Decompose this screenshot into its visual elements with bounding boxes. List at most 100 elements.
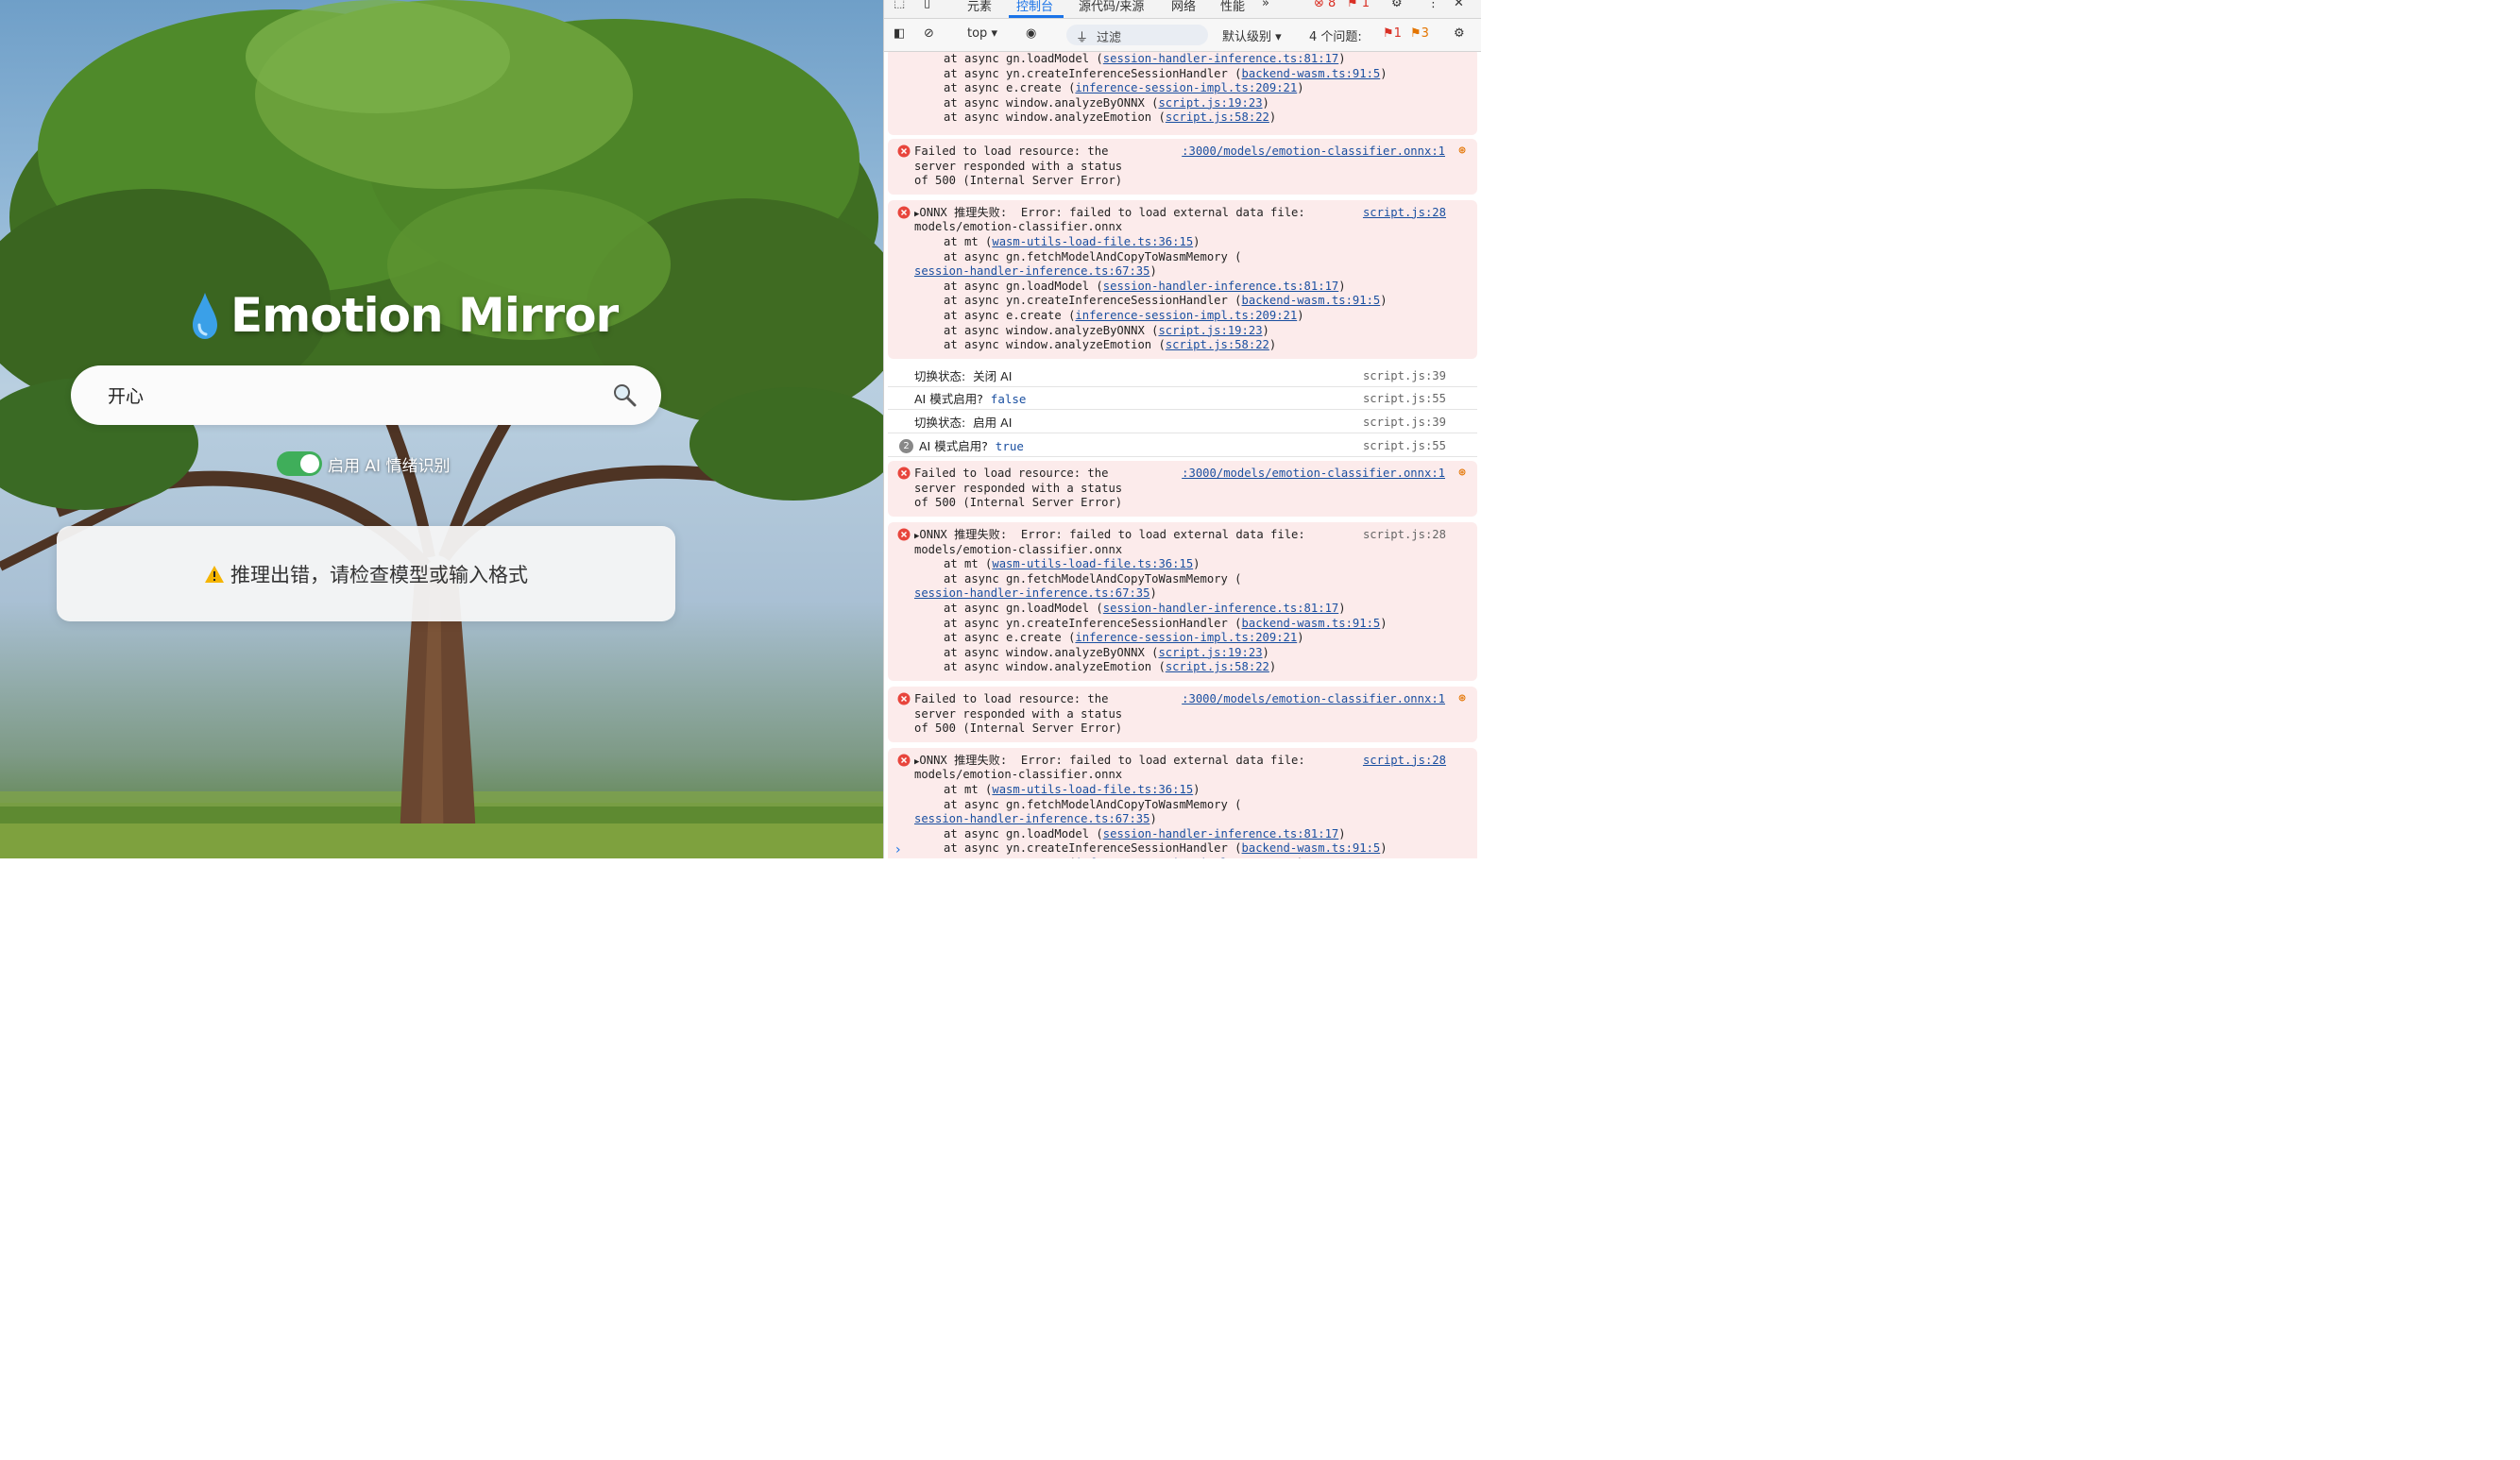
stack-source-link[interactable]: backend-wasm.ts:91:5 [1242,67,1381,80]
device-toolbar-icon[interactable]: ▯ [924,0,930,10]
error-text: of 500 (Internal Server Error) [914,496,1123,510]
console-prompt-icon[interactable]: › [895,842,901,857]
stack-source-link[interactable]: script.js:19:23 [1158,324,1262,337]
stack-source-link[interactable]: session-handler-inference.ts:67:35 [914,812,1149,825]
onnx-error-text: ONNX 推理失败: Error: failed to load externa… [919,528,1305,541]
stack-frame: at async window.analyzeEmotion (script.j… [944,110,1276,126]
log-source-link[interactable]: script.js:55 [1363,439,1446,454]
result-message: 推理出错，请检查模型或输入格式 [230,563,528,586]
stack-text: at async window.analyzeEmotion ( [944,338,1166,352]
settings-gear-icon[interactable]: ⚙ [1391,0,1403,10]
tab-sources[interactable]: 源代码/来源 [1079,0,1144,14]
kebab-menu-icon[interactable]: ⋮ [1427,0,1439,10]
app-header: Emotion Mirror [187,288,619,343]
issues-error-badge[interactable]: ⚑1 [1383,26,1402,41]
stack-source-link[interactable]: wasm-utils-load-file.ts:36:15 [992,557,1193,570]
toggle-knob [300,454,319,473]
stack-text: ) [1338,52,1346,65]
tab-elements[interactable]: 元素 [967,0,992,14]
stack-source-link[interactable]: backend-wasm.ts:91:5 [1242,294,1381,307]
ai-toggle-row: 启用 AI 情绪识别 [277,451,450,476]
stack-source-link[interactable]: session-handler-inference.ts:67:35 [914,264,1149,278]
close-icon[interactable]: ✕ [1454,0,1464,10]
stack-text: ) [1149,264,1157,279]
stack-text: ) [1193,557,1200,571]
stack-frame: at async window.analyzeByONNX (script.js… [944,646,1269,661]
stack-source-link[interactable]: session-handler-inference.ts:81:17 [1103,827,1338,840]
clear-console-icon[interactable]: ⊘ [924,26,934,41]
onnx-error-source-link[interactable]: script.js:28 [1363,528,1446,543]
onnx-error-source-link[interactable]: script.js:28 [1363,754,1446,769]
stack-text: at async gn.fetchModelAndCopyToWasmMemor… [944,571,1242,586]
stack-text: ) [1297,308,1304,322]
stack-frame: at async gn.fetchModelAndCopyToWasmMemor… [944,250,1242,265]
stack-source-link[interactable]: inference-session-impl.ts:209:21 [1075,309,1297,322]
stack-text: ) [1269,110,1277,125]
log-level-selector[interactable]: 默认级别 ▾ [1222,26,1282,44]
stack-source-link[interactable]: session-handler-inference.ts:81:17 [1103,602,1338,615]
onnx-error-text: ONNX 推理失败: Error: failed to load externa… [919,753,1305,767]
stack-text: ) [1262,323,1269,337]
console-settings-icon[interactable]: ⚙ [1454,26,1465,41]
log-label: 切换状态: [914,416,974,430]
emotion-search-input[interactable] [106,383,601,407]
stack-source-link[interactable]: script.js:19:23 [1158,96,1262,110]
stack-source-link[interactable]: script.js:58:22 [1166,338,1269,351]
log-source-link[interactable]: script.js:55 [1363,392,1446,407]
failed-resource-source-link[interactable]: :3000/models/emotion-classifier.onnx:1 [1182,467,1445,482]
stack-source-link[interactable]: inference-session-impl.ts:209:21 [1075,857,1297,858]
stack-frame: at async gn.fetchModelAndCopyToWasmMemor… [944,572,1242,587]
repeat-count-badge: 2 [899,438,913,453]
stack-source-link[interactable]: session-handler-inference.ts:81:17 [1103,52,1338,65]
stack-frame: at async e.create (inference-session-imp… [944,81,1304,96]
error-x-icon [897,692,911,705]
stack-source-link[interactable]: session-handler-inference.ts:81:17 [1103,280,1338,293]
stack-source-link[interactable]: script.js:58:22 [1166,110,1269,124]
log-source-link[interactable]: script.js:39 [1363,416,1446,431]
network-request-icon[interactable]: ⊛ [1458,691,1466,706]
issue-flag-badge[interactable]: ⚑ 1 [1347,0,1370,10]
stack-source-link[interactable]: wasm-utils-load-file.ts:36:15 [992,783,1193,796]
tab-network[interactable]: 网络 [1171,0,1196,14]
log-source-link[interactable]: script.js:39 [1363,369,1446,384]
onnx-error-source-link[interactable]: script.js:28 [1363,206,1446,221]
onnx-error-message: ▶ONNX 推理失败: Error: failed to load extern… [888,522,1477,681]
stack-source-link[interactable]: script.js:19:23 [1158,646,1262,659]
stack-source-link[interactable]: backend-wasm.ts:91:5 [1242,841,1381,855]
stack-frame: at async yn.createInferenceSessionHandle… [944,294,1388,309]
console-log-row: 切换状态: 启用 AI script.js:39 [888,411,1477,433]
network-request-icon[interactable]: ⊛ [1458,144,1466,159]
more-tabs-icon[interactable]: » [1262,0,1269,10]
failed-resource-error: Failed to load resource: the server respo… [888,461,1477,517]
onnx-error-message: ▶ONNX 推理失败: Error: failed to load extern… [888,747,1477,858]
stack-source-link[interactable]: inference-session-impl.ts:209:21 [1075,631,1297,644]
stack-source-link[interactable]: backend-wasm.ts:91:5 [1242,617,1381,630]
stack-source-link[interactable]: session-handler-inference.ts:67:35 [914,586,1149,600]
tab-performance[interactable]: 性能 [1220,0,1245,14]
tree-background [0,0,883,858]
console-log-row: 切换状态: 关闭 AI script.js:39 [888,365,1477,387]
context-selector[interactable]: top ▾ [967,26,997,41]
stack-source-link[interactable]: wasm-utils-load-file.ts:36:15 [992,235,1193,248]
issues-warning-badge[interactable]: ⚑3 [1410,26,1429,41]
error-text: Failed to load resource: the [914,467,1109,481]
stack-source-link[interactable]: script.js:58:22 [1166,660,1269,673]
stack-source-link[interactable]: inference-session-impl.ts:209:21 [1075,81,1297,94]
stack-text: at async e.create ( [944,81,1076,95]
inspect-element-icon[interactable]: ⬚ [894,0,905,10]
issues-label: 4 个问题: [1309,30,1362,44]
magnifier-icon[interactable] [612,382,637,407]
filter-input[interactable]: ⏚ 过滤 [1066,25,1208,45]
live-expression-eye-icon[interactable]: ◉ [1026,26,1036,41]
failed-resource-source-link[interactable]: :3000/models/emotion-classifier.onnx:1 [1182,144,1445,160]
stack-text: at mt ( [944,782,993,796]
error-count-badge[interactable]: ⊗ 8 [1314,0,1336,10]
app-page: Emotion Mirror 启用 AI 情绪识别 推理出错，请检查模型或输入格… [0,0,883,858]
stack-frame: at async gn.loadModel (session-handler-i… [944,280,1346,295]
network-request-icon[interactable]: ⊛ [1458,466,1466,481]
failed-resource-source-link[interactable]: :3000/models/emotion-classifier.onnx:1 [1182,692,1445,707]
issue-flag-count: 1 [1361,0,1371,10]
tab-console[interactable]: 控制台 [1016,0,1053,14]
ai-toggle-switch[interactable] [277,451,322,476]
sidebar-toggle-icon[interactable]: ◧ [894,26,905,41]
